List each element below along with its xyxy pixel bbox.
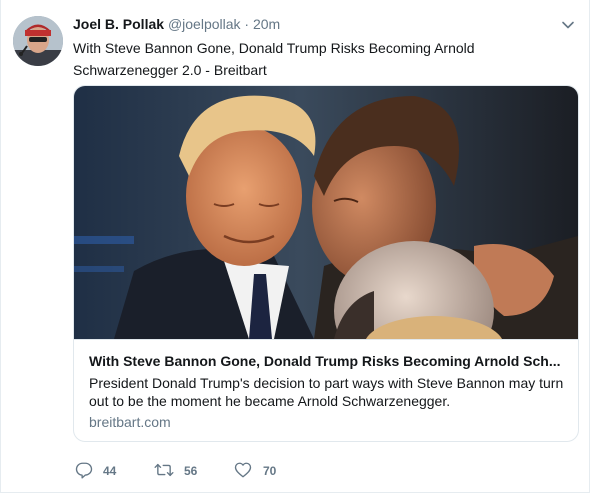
card-image[interactable]	[74, 86, 578, 339]
card-title[interactable]: With Steve Bannon Gone, Donald Trump Ris…	[89, 351, 569, 371]
link-card[interactable]: With Steve Bannon Gone, Donald Trump Ris…	[73, 85, 579, 442]
timestamp[interactable]: 20m	[253, 16, 280, 32]
retweet-button[interactable]: 56	[154, 460, 214, 482]
avatar[interactable]	[13, 16, 63, 66]
user-handle[interactable]: @joelpollak	[168, 16, 241, 32]
chevron-down-icon[interactable]	[561, 18, 575, 32]
tweet-text: With Steve Bannon Gone, Donald Trump Ris…	[73, 40, 475, 78]
reply-button[interactable]: 44	[75, 460, 135, 482]
card-body[interactable]: With Steve Bannon Gone, Donald Trump Ris…	[74, 339, 578, 441]
reply-icon	[75, 462, 93, 479]
retweet-icon	[154, 463, 174, 477]
tweet-header: Joel B. Pollak @joelpollak · 20m	[73, 15, 280, 33]
heart-icon	[234, 462, 252, 478]
reply-count: 44	[103, 464, 117, 478]
like-button[interactable]: 70	[234, 460, 294, 482]
separator: ·	[244, 16, 250, 32]
avatar-image	[13, 16, 63, 66]
retweet-count: 56	[184, 464, 198, 478]
tweet[interactable]: Joel B. Pollak @joelpollak · 20m With St…	[0, 0, 590, 493]
card-description: President Donald Trump's decision to par…	[89, 375, 564, 409]
card-domain[interactable]: breitbart.com	[89, 414, 171, 430]
like-count: 70	[263, 464, 277, 478]
user-fullname[interactable]: Joel B. Pollak	[73, 16, 164, 32]
